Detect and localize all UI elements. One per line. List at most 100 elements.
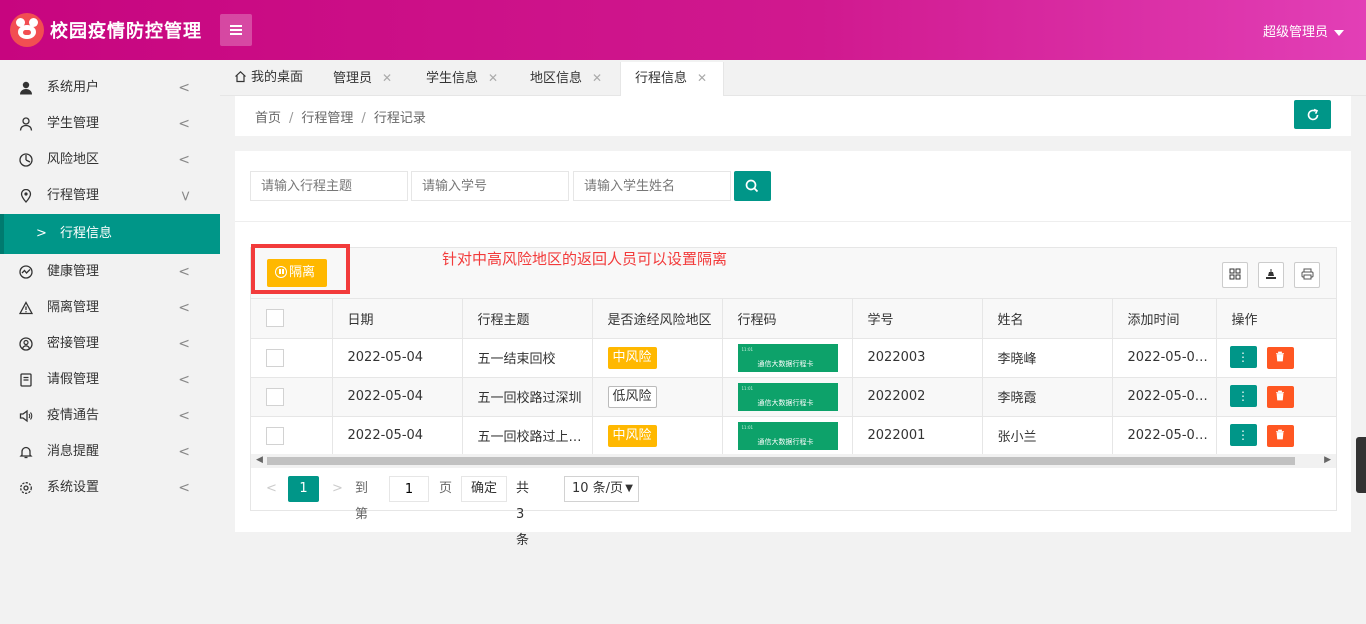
prev-page-icon[interactable]: < [266, 476, 277, 502]
sidebar-item-notifications[interactable]: 消息提醒 < [0, 434, 220, 470]
scroll-left-icon[interactable]: ◀ [256, 455, 263, 465]
name-cell: 李晓霞 [982, 377, 1113, 417]
sidebar-item-leave[interactable]: 请假管理 < [0, 362, 220, 398]
top-header: 校园疫情防控管理 超级管理员 [0, 0, 1366, 60]
column-header[interactable]: 学号 [852, 299, 983, 339]
column-header[interactable]: 姓名 [982, 299, 1113, 339]
next-page-icon[interactable]: > [332, 476, 343, 502]
tab-label: 学生信息 [426, 71, 479, 86]
close-icon[interactable]: ✕ [592, 71, 602, 85]
breadcrumb: 首页 / 行程管理 / 行程记录 [255, 111, 426, 126]
close-icon[interactable]: ✕ [488, 71, 498, 85]
student-no-search-input[interactable] [411, 171, 569, 201]
column-header[interactable]: 行程码 [722, 299, 853, 339]
tab-student-info[interactable]: 学生信息 ✕ [426, 62, 498, 96]
itinerary-code-image[interactable]: 11:01 通信大数据行程卡 [737, 382, 838, 411]
sidebar-item-label: 行程管理 [47, 188, 100, 203]
tab-admins[interactable]: 管理员 ✕ [333, 62, 392, 96]
tab-itinerary-info[interactable]: 行程信息 ✕ [620, 62, 724, 96]
risk-cell: 低风险 [592, 377, 723, 417]
page-jump-input[interactable] [389, 476, 429, 502]
tab-my-desktop[interactable]: 我的桌面 [234, 62, 303, 96]
close-icon[interactable]: ✕ [697, 71, 707, 85]
delete-button[interactable] [1266, 347, 1294, 369]
announce-icon [19, 409, 33, 423]
sidebar-item-system-users[interactable]: 系统用户 < [0, 70, 220, 106]
topic-search-input[interactable] [250, 171, 408, 201]
caret-down-icon [1334, 29, 1344, 36]
print-icon[interactable] [1294, 262, 1320, 288]
page-unit-label: 页 [439, 481, 453, 496]
breadcrumb-home[interactable]: 首页 [255, 111, 281, 126]
column-header[interactable]: 是否途经风险地区 [592, 299, 723, 339]
sidebar-item-announcements[interactable]: 疫情通告 < [0, 398, 220, 434]
column-header[interactable]: 日期 [332, 299, 463, 339]
itinerary-code-cell: 11:01 通信大数据行程卡 [722, 377, 853, 417]
refresh-button[interactable] [1294, 100, 1331, 129]
tab-area-info[interactable]: 地区信息 ✕ [530, 62, 602, 96]
column-header[interactable]: 添加时间 [1112, 299, 1217, 339]
added-time-cell: 2022-05-05 17:… [1112, 377, 1217, 417]
table-row: 2022-05-04 五一回校路过上… 中风险 11:01 通信大数据行程卡 20… [251, 416, 1337, 456]
delete-button[interactable] [1266, 425, 1294, 447]
sidebar-item-settings[interactable]: 系统设置 < [0, 470, 220, 506]
row-checkbox[interactable] [266, 348, 284, 367]
active-indicator [0, 214, 4, 254]
sidebar-item-label: 学生管理 [47, 116, 100, 131]
student-name-search-input[interactable] [573, 171, 731, 201]
tab-label: 地区信息 [530, 71, 583, 86]
topic-cell: 五一回校路过深圳 [462, 377, 593, 417]
sidebar-item-students[interactable]: 学生管理 < [0, 106, 220, 142]
page-current[interactable]: 1 [288, 476, 319, 502]
column-filter-icon[interactable] [1222, 262, 1248, 288]
student-no-cell: 2022003 [852, 338, 983, 378]
sidebar-item-itinerary[interactable]: 行程管理 < [0, 178, 220, 214]
breadcrumb-itinerary-mgmt[interactable]: 行程管理 [301, 111, 353, 126]
delete-button[interactable] [1266, 386, 1294, 408]
sidebar-item-isolation[interactable]: 隔离管理 < [0, 290, 220, 326]
user-menu[interactable]: 超级管理员 [1263, 21, 1344, 40]
topic-cell: 五一回校路过上… [462, 416, 593, 456]
main-card: 隔离 针对中高风险地区的返回人员可以设置隔离 日期 行程主题 [235, 151, 1351, 548]
more-options-button[interactable]: ⋮ [1229, 424, 1257, 446]
export-icon[interactable] [1258, 262, 1284, 288]
itinerary-code-image[interactable]: 11:01 通信大数据行程卡 [737, 421, 838, 450]
leave-icon [20, 373, 32, 387]
confirm-button[interactable]: 确定 [461, 476, 507, 502]
student-no-cell: 2022001 [852, 416, 983, 456]
close-icon[interactable]: ✕ [382, 71, 392, 85]
sidebar-item-risk-areas[interactable]: 风险地区 < [0, 142, 220, 178]
tab-label: 我的桌面 [251, 70, 304, 85]
more-options-button[interactable]: ⋮ [1229, 385, 1257, 407]
column-header[interactable]: 行程主题 [462, 299, 593, 339]
logo-icon [10, 13, 44, 47]
sidebar-item-label: 疫情通告 [47, 408, 100, 423]
tab-label: 行程信息 [635, 71, 688, 86]
topic-cell: 五一结束回校 [462, 338, 593, 378]
scrollbar-thumb[interactable] [267, 457, 1295, 465]
select-all-cell [251, 299, 333, 339]
risk-badge: 中风险 [607, 424, 657, 447]
itinerary-code-image[interactable]: 11:01 通信大数据行程卡 [737, 343, 838, 372]
more-options-button[interactable]: ⋮ [1229, 346, 1257, 368]
bell-icon [19, 446, 33, 459]
page-size-select[interactable]: 10 条/页 ▼ [564, 476, 639, 502]
menu-toggle-button[interactable] [220, 14, 252, 46]
search-button[interactable] [734, 171, 771, 201]
sidebar-item-close-contacts[interactable]: 密接管理 < [0, 326, 220, 362]
row-checkbox[interactable] [266, 387, 284, 406]
scroll-right-icon[interactable]: ▶ [1324, 455, 1331, 465]
itinerary-code-text: 通信大数据行程卡 [757, 359, 814, 368]
sidebar-item-health[interactable]: 健康管理 < [0, 254, 220, 290]
select-all-checkbox[interactable] [266, 309, 284, 328]
horizontal-scrollbar[interactable]: ◀ ▶ [251, 454, 1336, 468]
side-tool-widget[interactable] [1356, 437, 1366, 493]
itinerary-code-text: 通信大数据行程卡 [757, 437, 814, 446]
row-checkbox[interactable] [266, 426, 284, 445]
student-no-cell: 2022002 [852, 377, 983, 417]
trash-icon [1276, 390, 1284, 401]
sidebar-subitem-itinerary-info[interactable]: > 行程信息 [0, 214, 220, 254]
name-cell: 李晓峰 [982, 338, 1113, 378]
added-time-cell: 2022-05-05 17:… [1112, 416, 1217, 456]
breadcrumb-current: 行程记录 [373, 111, 426, 126]
